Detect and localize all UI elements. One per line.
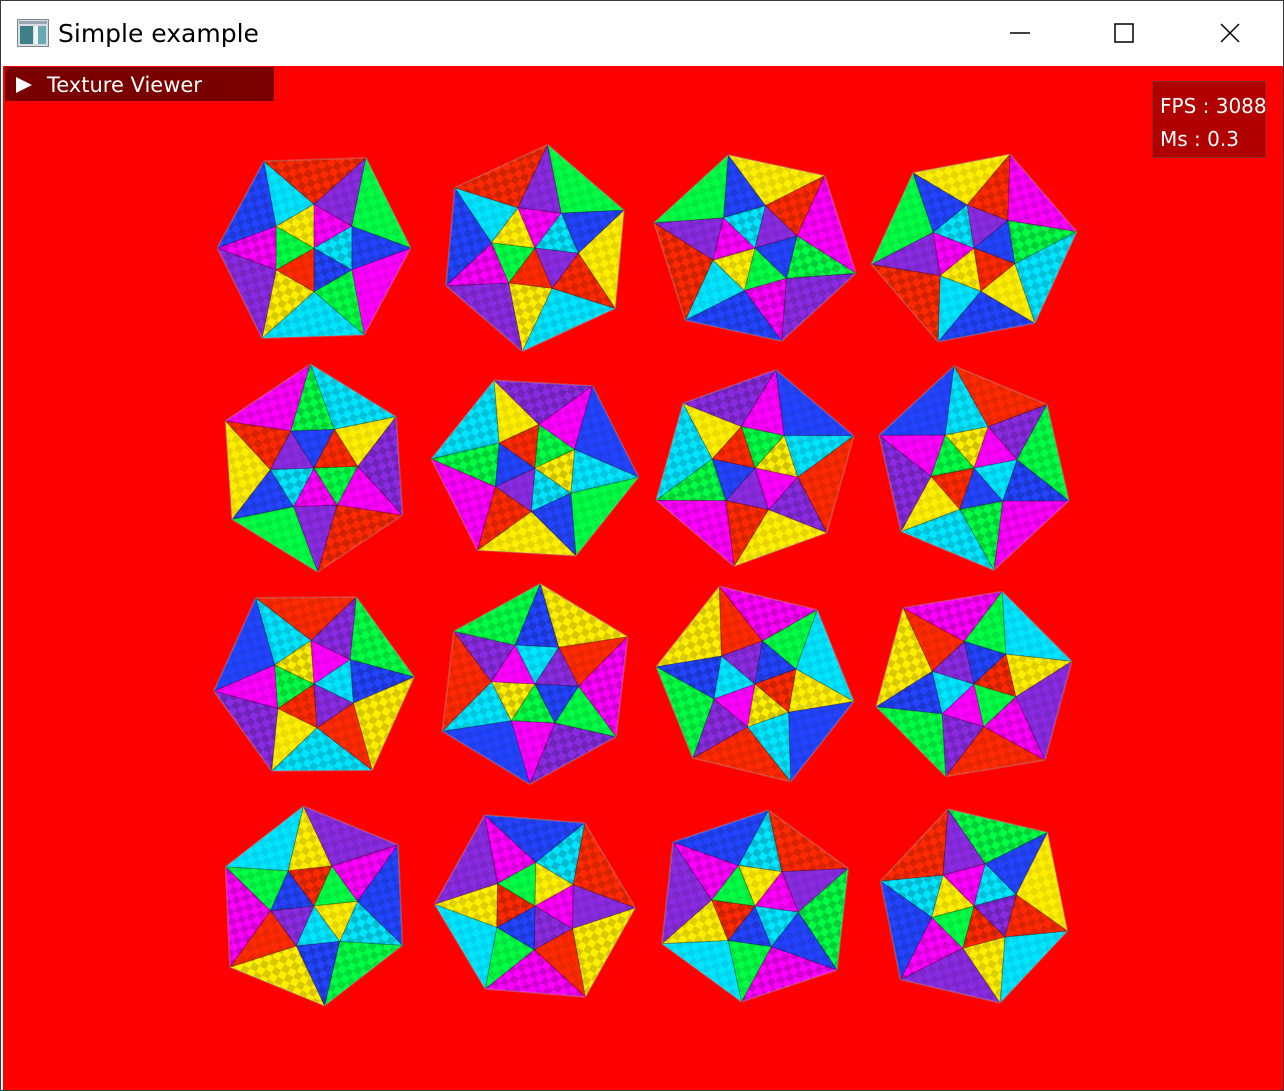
icosahedron: [215, 156, 413, 340]
icosahedron: [224, 362, 404, 574]
close-icon: [1220, 23, 1240, 43]
icosahedron: [654, 368, 856, 568]
icosahedron: [654, 584, 856, 784]
icosahedron: [212, 595, 416, 773]
icosahedron: [224, 804, 404, 1008]
window-title: Simple example: [58, 19, 259, 48]
icosahedron: [652, 153, 858, 343]
stats-overlay: FPS : 3088 Ms : 0.3: [1152, 81, 1267, 158]
icosahedron: [660, 808, 850, 1004]
texture-viewer-label: Texture Viewer: [47, 73, 202, 97]
icosahedron: [444, 143, 626, 353]
triangle-right-icon: [16, 77, 32, 93]
title-bar[interactable]: Simple example: [1, 1, 1283, 65]
render-viewport[interactable]: Texture Viewer FPS : 3088 Ms : 0.3: [3, 66, 1283, 1090]
fps-readout: FPS : 3088: [1160, 94, 1267, 118]
icosahedron: [879, 807, 1069, 1005]
app-icon: [17, 19, 49, 47]
app-window: Simple example Texture Viewer FPS: 3088…: [0, 0, 1284, 1091]
close-button[interactable]: [1177, 1, 1283, 65]
minimize-button[interactable]: [967, 1, 1073, 65]
icosahedron: [433, 813, 637, 999]
maximize-icon: [1114, 23, 1134, 43]
minimize-icon: [1010, 32, 1030, 34]
icosahedron: [874, 590, 1074, 778]
icosahedron: [440, 582, 630, 786]
scene-canvas: [212, 143, 1079, 1008]
texture-viewer-header[interactable]: Texture Viewer: [5, 67, 274, 101]
icosahedron: [429, 378, 641, 558]
icosahedron: [869, 152, 1079, 344]
ms-readout: Ms : 0.3: [1160, 127, 1239, 151]
maximize-button[interactable]: [1071, 1, 1177, 65]
icosahedron: [877, 364, 1071, 572]
